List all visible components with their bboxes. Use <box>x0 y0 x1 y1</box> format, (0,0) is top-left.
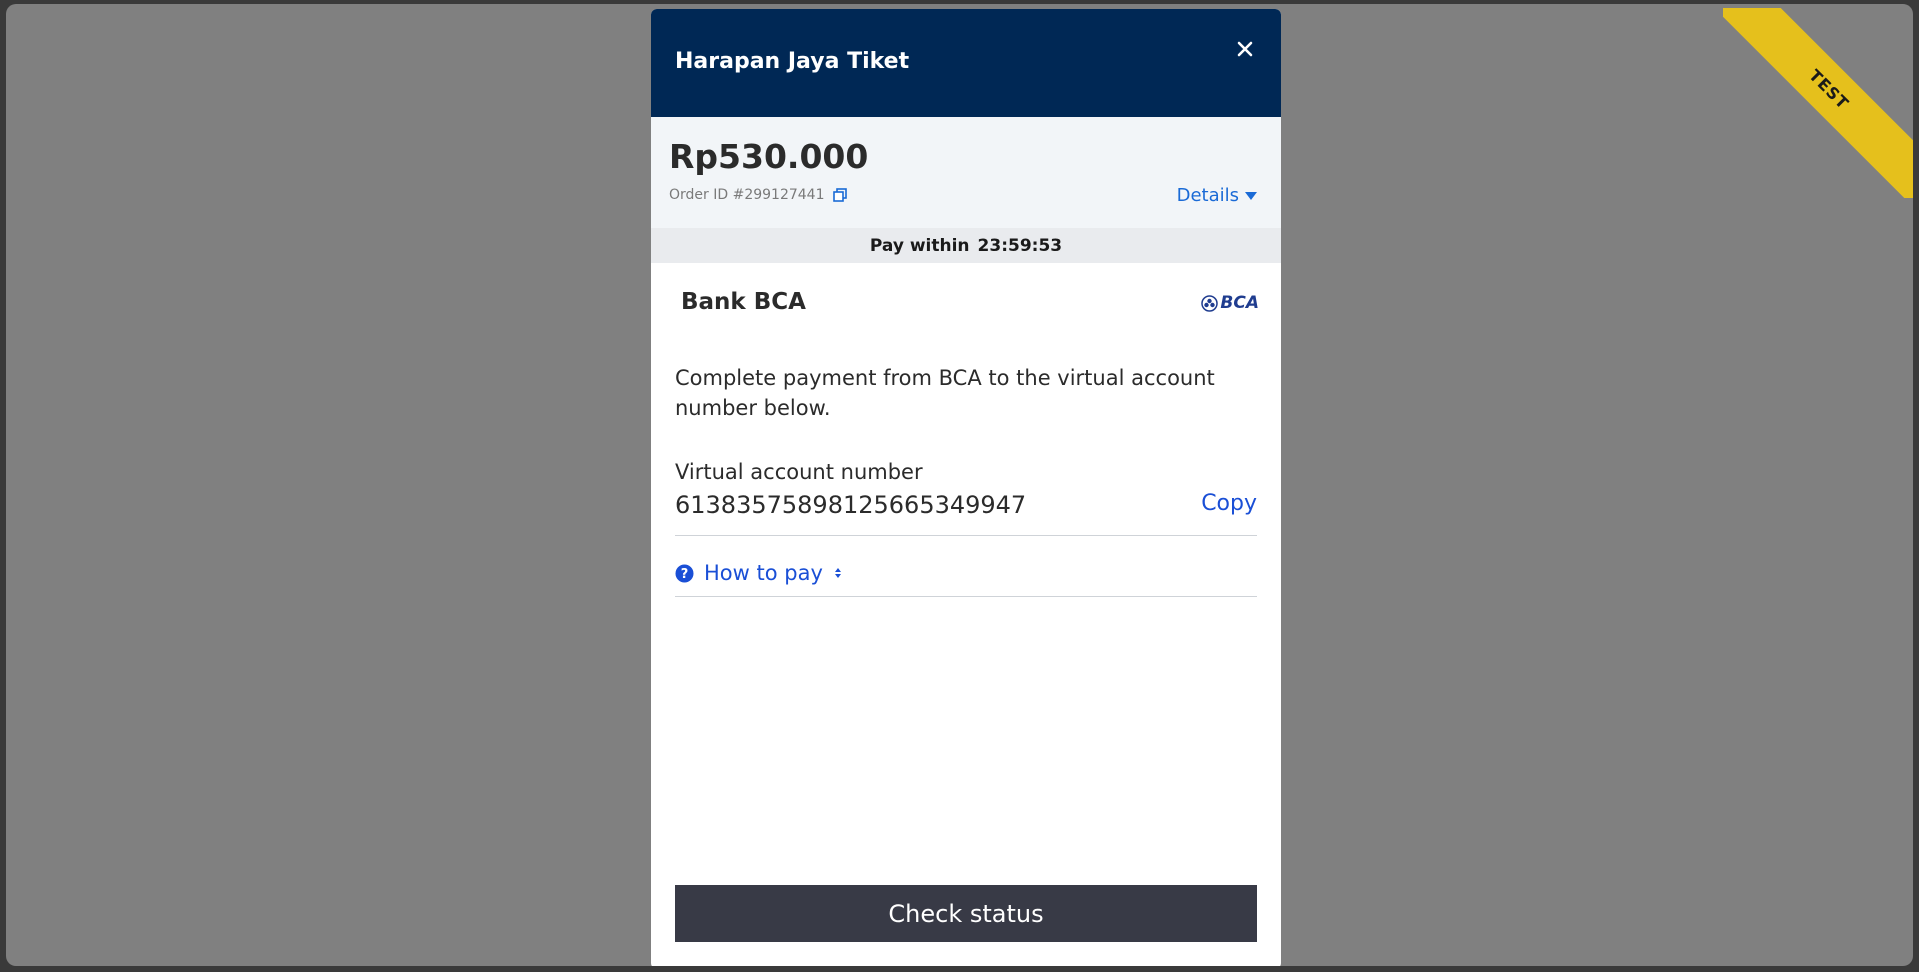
copy-va-button[interactable]: Copy <box>1201 491 1257 516</box>
details-toggle[interactable]: Details <box>1177 185 1257 206</box>
page-overlay[interactable]: TEST Harapan Jaya Tiket Rp530.000 Order … <box>6 4 1913 966</box>
bca-logo: BCA <box>1201 293 1259 313</box>
timer-label: Pay within <box>869 235 970 256</box>
order-id-row: Order ID #299127441 <box>669 187 847 203</box>
payment-details: Bank BCA BCA Complete payment from BCA t… <box>651 263 1281 966</box>
payment-instruction: Complete payment from BCA to the virtual… <box>675 366 1215 420</box>
merchant-name: Harapan Jaya Tiket <box>675 49 910 74</box>
check-status-button[interactable]: Check status <box>675 885 1257 942</box>
sort-arrows-icon <box>834 568 841 578</box>
divider <box>675 596 1257 597</box>
payment-timer: Pay within 23:59:53 <box>651 228 1281 263</box>
help-icon: ? <box>675 564 694 582</box>
order-id: Order ID #299127441 <box>669 187 825 203</box>
test-ribbon: TEST <box>1723 8 1913 198</box>
details-label: Details <box>1176 185 1239 206</box>
modal-header: Harapan Jaya Tiket <box>651 9 1281 117</box>
close-button[interactable] <box>1233 37 1257 61</box>
timer-value: 23:59:53 <box>977 235 1063 256</box>
how-to-pay-label: How to pay <box>704 561 823 585</box>
bca-emblem-icon <box>1201 294 1219 312</box>
va-label: Virtual account number <box>675 460 923 484</box>
test-ribbon-label: TEST <box>1723 8 1913 198</box>
order-summary: Rp530.000 Order ID #299127441 Details <box>651 117 1281 228</box>
va-number: 61383575898125665349947 <box>675 491 1027 519</box>
bank-name: Bank BCA <box>681 289 806 315</box>
bca-logo-text: BCA <box>1220 293 1259 313</box>
copy-icon[interactable] <box>832 188 847 202</box>
payment-modal: Harapan Jaya Tiket Rp530.000 Order ID #2… <box>651 9 1281 966</box>
divider <box>675 535 1257 536</box>
order-amount: Rp530.000 <box>669 137 869 176</box>
caret-down-icon <box>1245 191 1257 200</box>
svg-text:?: ? <box>681 567 689 582</box>
close-icon <box>1237 41 1253 57</box>
how-to-pay-toggle[interactable]: ? How to pay <box>675 561 843 585</box>
